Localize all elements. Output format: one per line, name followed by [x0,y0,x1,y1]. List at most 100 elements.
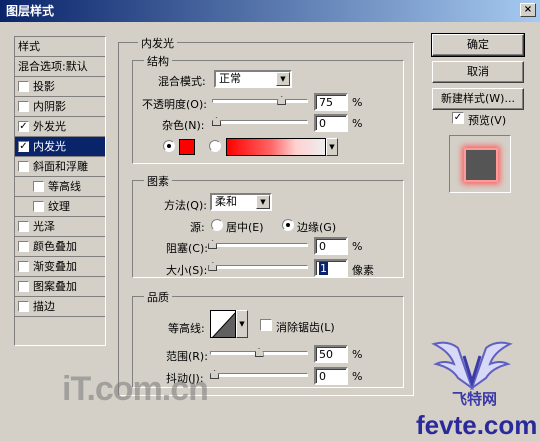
style-checkbox[interactable] [33,181,44,192]
style-list-item-label: 纹理 [48,199,70,213]
style-checkbox[interactable] [18,241,29,252]
style-list-item[interactable]: 纹理 [15,197,105,217]
style-checkbox[interactable] [18,161,29,172]
method-label: 方法(Q): [164,199,207,212]
noise-field[interactable]: 0 [314,114,348,132]
style-list-item-label: 外发光 [33,119,66,133]
choke-label: 阻塞(C): [166,242,208,255]
style-list-item-label: 图案叠加 [33,279,77,293]
style-list-item[interactable]: 斜面和浮雕 [15,157,105,177]
style-list-item-label: 内发光 [33,139,66,153]
opacity-slider[interactable] [212,99,308,103]
range-field[interactable]: 50 [314,345,348,363]
chevron-down-icon: ▼ [256,195,270,209]
style-checkbox[interactable] [18,221,29,232]
close-button[interactable]: × [520,3,536,17]
opacity-field[interactable]: 75 [314,93,348,111]
window-titlebar: 图层样式 × [0,0,540,22]
style-checkbox[interactable] [33,201,44,212]
noise-slider[interactable] [212,120,308,124]
style-list-item[interactable]: 描边 [15,297,105,317]
size-slider[interactable] [208,265,308,269]
watermark-fevte: fevte.com [416,410,538,440]
style-preview [449,135,511,193]
size-field[interactable]: 1 [314,259,348,277]
solid-color-radio[interactable] [163,140,175,152]
style-list-item-label: 等高线 [48,179,81,193]
noise-label: 杂色(N): [162,119,205,132]
source-label: 源: [190,221,205,234]
jitter-field[interactable]: 0 [314,367,348,385]
contour-curve-icon [212,312,235,337]
choke-unit: % [352,240,363,253]
gradient-swatch[interactable] [226,138,326,156]
jitter-unit: % [352,370,363,383]
elements-title: 图素 [144,173,172,189]
gradient-radio[interactable] [209,140,221,152]
style-list-item-label: 光泽 [33,219,55,233]
preview-label[interactable]: 预览(V) [468,112,506,128]
size-value: 1 [319,262,328,275]
range-label: 范围(R): [166,350,208,363]
style-list-item[interactable]: ✓ 内发光 [15,137,105,157]
range-unit: % [352,348,363,361]
style-checkbox[interactable] [18,81,29,92]
style-list-item-label: 颜色叠加 [33,239,77,253]
close-icon: × [523,4,533,15]
source-edge-label[interactable]: 边缘(G) [297,219,336,235]
quality-title: 品质 [144,289,172,305]
style-checkbox[interactable] [18,301,29,312]
style-list-item[interactable]: 内阴影 [15,97,105,117]
new-style-button[interactable]: 新建样式(W)... [432,88,524,110]
ok-button[interactable]: 确定 [431,33,525,57]
style-list-item-label: 描边 [33,299,55,313]
watermark-fevte-cn: 飞特网 [452,390,498,408]
style-checkbox[interactable]: ✓ [18,141,29,152]
antialias-label[interactable]: 消除锯齿(L) [276,319,335,335]
style-list-item-label: 斜面和浮雕 [33,159,88,173]
inner-glow-title: 内发光 [138,35,177,51]
style-list-item[interactable]: 光泽 [15,217,105,237]
style-list-item[interactable]: 等高线 [15,177,105,197]
source-center-label[interactable]: 居中(E) [226,219,264,235]
chevron-down-icon[interactable]: ▼ [326,138,338,156]
glow-color-swatch[interactable] [179,139,195,155]
style-checkbox[interactable] [18,281,29,292]
wings-logo-icon [431,341,513,390]
style-list-item[interactable]: 混合选项:默认 [15,57,105,77]
chevron-down-icon: ▼ [276,72,290,86]
style-list-item-label: 内阴影 [33,99,66,113]
cancel-button[interactable]: 取消 [432,61,524,83]
method-select[interactable]: 柔和 ▼ [210,193,272,211]
source-center-radio[interactable] [211,219,223,231]
style-list-item[interactable]: 颜色叠加 [15,237,105,257]
choke-slider[interactable] [208,243,308,247]
opacity-unit: % [352,96,363,109]
preview-swatch [466,150,496,180]
antialias-checkbox[interactable] [260,319,272,331]
style-list-item[interactable]: 图案叠加 [15,277,105,297]
watermark-itcom: iT.com.cn [62,370,209,408]
style-list-item[interactable]: 渐变叠加 [15,257,105,277]
jitter-slider[interactable] [210,373,308,377]
contour-preview[interactable] [210,310,236,338]
style-list-item-label: 投影 [33,79,55,93]
style-checkbox[interactable] [18,261,29,272]
style-checkbox[interactable]: ✓ [18,121,29,132]
chevron-down-icon[interactable]: ▼ [236,310,248,338]
blend-mode-select[interactable]: 正常 ▼ [214,70,292,88]
structure-title: 结构 [144,53,172,69]
preview-checkbox[interactable]: ✓ [452,112,464,124]
method-value: 柔和 [215,195,237,208]
style-list-item-label: 渐变叠加 [33,259,77,273]
style-list-item-label: 混合选项:默认 [18,59,88,73]
blend-mode-value: 正常 [219,72,241,85]
style-list-header[interactable]: 样式 [15,37,105,57]
style-list-item[interactable]: ✓ 外发光 [15,117,105,137]
source-edge-radio[interactable] [282,219,294,231]
style-checkbox[interactable] [18,101,29,112]
style-list-item[interactable]: 投影 [15,77,105,97]
blend-mode-label: 混合模式: [158,75,206,88]
choke-field[interactable]: 0 [314,237,348,255]
opacity-label: 不透明度(O): [142,98,207,111]
